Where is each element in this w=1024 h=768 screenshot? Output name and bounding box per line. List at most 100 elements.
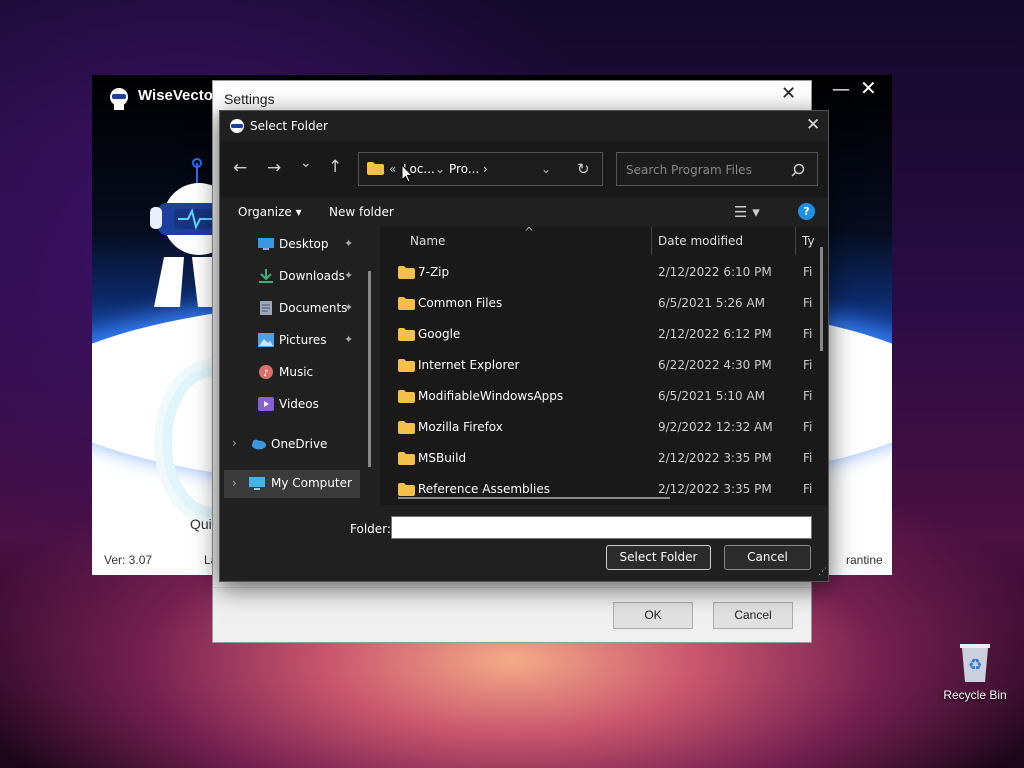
nav-item-desktop[interactable]: Desktop ✦ — [220, 229, 370, 261]
nav-item-videos[interactable]: Videos — [220, 389, 370, 421]
file-row[interactable]: Reference Assemblies 2/12/2022 3:35 PM Fi — [380, 474, 812, 505]
file-type: Fi — [803, 389, 813, 403]
column-divider[interactable] — [651, 227, 652, 255]
desktop: { "wisevector": { "title": "WiseVector",… — [0, 0, 1024, 768]
nav-item-label: My Computer — [271, 476, 352, 490]
quarantine-link[interactable]: rantine — [846, 553, 883, 567]
search-icon[interactable] — [791, 163, 805, 177]
recycle-bin-shortcut[interactable]: ♻ Recycle Bin — [937, 636, 1011, 708]
wisevector-title: WiseVector — [138, 87, 219, 104]
file-row[interactable]: ModifiableWindowsApps 6/5/2021 5:10 AM Fi — [380, 381, 813, 412]
divider — [213, 587, 811, 588]
file-date: 2/12/2022 3:35 PM — [658, 482, 772, 496]
cloud-icon — [252, 439, 266, 450]
breadcrumb-overflow[interactable]: « — [389, 162, 396, 176]
select-folder-button[interactable]: Select Folder — [606, 545, 711, 570]
pin-icon: ✦ — [344, 237, 354, 250]
file-name: Internet Explorer — [418, 358, 520, 372]
address-dropdown-icon[interactable]: ⌄ — [541, 162, 551, 176]
minimize-button[interactable]: — — [832, 79, 850, 100]
file-date: 2/12/2022 3:35 PM — [658, 451, 772, 465]
nav-pane-scrollbar[interactable] — [368, 271, 371, 467]
file-row[interactable]: Mozilla Firefox 9/2/2022 12:32 AM Fi — [380, 412, 812, 443]
file-name: Mozilla Firefox — [418, 420, 503, 434]
nav-item-onedrive[interactable]: › OneDrive — [220, 429, 370, 461]
file-type: Fi — [803, 296, 813, 310]
new-folder-button[interactable]: New folder — [329, 205, 394, 219]
organize-button[interactable]: Organize ▾ — [238, 205, 302, 219]
column-type[interactable]: Ty — [802, 234, 815, 248]
pin-icon: ✦ — [344, 333, 354, 346]
nav-item-pictures[interactable]: Pictures ✦ — [220, 325, 370, 357]
settings-cancel-button[interactable]: Cancel — [713, 602, 793, 629]
computer-icon — [249, 477, 265, 490]
ok-button[interactable]: OK — [613, 602, 693, 629]
file-row[interactable]: Google 2/12/2022 6:12 PM Fi — [380, 319, 812, 350]
expand-chevron-icon[interactable]: › — [232, 476, 237, 490]
svg-text:♻: ♻ — [968, 655, 982, 674]
file-list-vertical-scrollbar[interactable] — [820, 247, 823, 351]
file-date: 6/22/2022 4:30 PM — [658, 358, 772, 372]
nav-item-my-computer[interactable]: › My Computer — [224, 470, 360, 498]
nav-item-documents[interactable]: Documents ✦ — [220, 293, 370, 325]
close-button[interactable]: ✕ — [860, 76, 877, 100]
back-button[interactable]: ← — [233, 158, 247, 178]
file-name: ModifiableWindowsApps — [418, 389, 564, 403]
forward-button[interactable]: → — [267, 158, 281, 178]
file-row[interactable]: Common Files 6/5/2021 5:26 AM Fi — [380, 288, 813, 319]
breadcrumb-program-files[interactable]: Pro... — [449, 162, 479, 176]
nav-item-downloads[interactable]: Downloads ✦ — [220, 261, 370, 293]
file-list: Name ^ Date modified Ty 7-Zip 2/12/2022 6… — [380, 227, 828, 505]
search-input[interactable]: Search Program Files — [616, 152, 818, 186]
column-name[interactable]: Name — [410, 234, 445, 248]
recycle-bin-label: Recycle Bin — [943, 688, 1007, 702]
wisevector-logo-icon — [110, 88, 128, 110]
folder-icon — [398, 483, 415, 496]
dialog-close-button[interactable]: ✕ — [806, 115, 820, 135]
recent-locations-button[interactable]: ⌄ — [300, 155, 312, 171]
nav-item-label: Desktop — [279, 237, 329, 251]
settings-close-button[interactable]: ✕ — [781, 83, 796, 104]
cancel-button[interactable]: Cancel — [724, 545, 811, 570]
desktop-icon — [258, 238, 274, 250]
folder-icon — [398, 390, 415, 403]
nav-item-music[interactable]: ♪ Music — [220, 357, 370, 389]
command-bar: Organize ▾ New folder ☰ ▾ ? — [220, 197, 828, 227]
folder-icon — [398, 297, 415, 310]
view-options-icon[interactable]: ☰ ▾ — [734, 203, 760, 221]
recycle-bin-icon: ♻ — [960, 644, 990, 682]
resize-grip-icon[interactable]: ⋰ — [818, 567, 827, 577]
folder-icon — [398, 452, 415, 465]
file-date: 6/5/2021 5:10 AM — [658, 389, 766, 403]
folder-input[interactable] — [391, 516, 812, 539]
up-button[interactable]: ↑ — [328, 157, 342, 177]
file-row[interactable]: Internet Explorer 6/22/2022 4:30 PM Fi — [380, 350, 812, 381]
folder-icon — [367, 162, 384, 175]
settings-titlebar — [213, 81, 811, 113]
file-date: 2/12/2022 6:12 PM — [658, 327, 772, 341]
dialog-titlebar: Select Folder ✕ — [220, 111, 828, 141]
video-icon — [258, 397, 274, 411]
address-bar[interactable]: « Loc... ⌄ Pro... › ⌄ ↻ — [358, 152, 603, 186]
breadcrumb-separator-icon[interactable]: › — [483, 162, 488, 176]
select-folder-dialog: Select Folder ✕ ← → ⌄ ↑ « Loc... ⌄ Pro..… — [219, 110, 829, 582]
expand-chevron-icon[interactable]: › — [232, 436, 237, 450]
folder-icon — [398, 266, 415, 279]
column-date-modified[interactable]: Date modified — [658, 234, 743, 248]
file-name: Reference Assemblies — [418, 482, 550, 496]
help-icon[interactable]: ? — [798, 203, 815, 220]
picture-icon — [258, 333, 274, 347]
file-list-horizontal-scrollbar[interactable] — [398, 497, 670, 499]
file-date: 9/2/2022 12:32 AM — [658, 420, 773, 434]
file-row[interactable]: 7-Zip 2/12/2022 6:10 PM Fi — [380, 257, 812, 288]
nav-item-label: OneDrive — [271, 437, 328, 451]
mouse-cursor-icon — [401, 164, 413, 183]
breadcrumb-chevron-icon[interactable]: ⌄ — [435, 162, 445, 176]
refresh-icon[interactable]: ↻ — [577, 160, 590, 178]
folder-label: Folder: — [350, 522, 391, 536]
file-row[interactable]: MSBuild 2/12/2022 3:35 PM Fi — [380, 443, 812, 474]
column-divider[interactable] — [795, 227, 796, 255]
nav-item-label: Music — [279, 365, 314, 379]
file-name: Common Files — [418, 296, 503, 310]
file-name: Google — [418, 327, 461, 341]
